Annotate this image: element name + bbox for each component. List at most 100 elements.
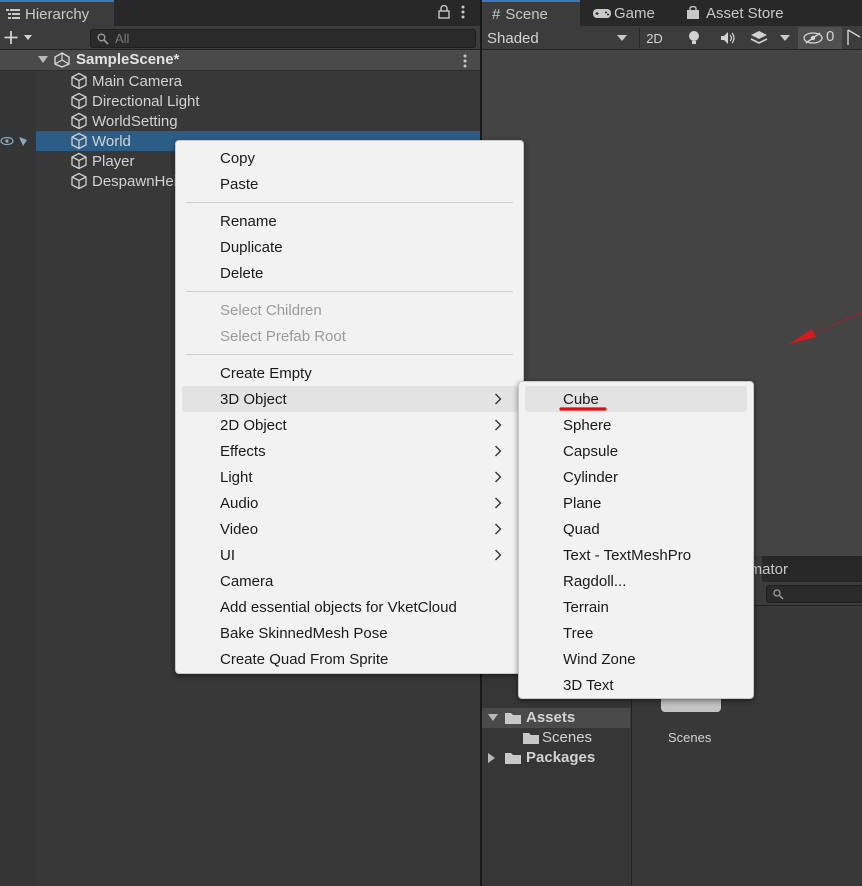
hidden-count: 0 bbox=[826, 28, 835, 45]
store-bag-icon bbox=[687, 6, 699, 19]
submenu-item-label: Wind Zone bbox=[563, 650, 636, 668]
menu-separator bbox=[186, 202, 513, 203]
menu-item-delete[interactable]: Delete bbox=[182, 260, 518, 286]
menu-item-effects[interactable]: Effects bbox=[182, 438, 518, 464]
tab-scene-label: Scene bbox=[505, 5, 548, 23]
tab-hierarchy[interactable]: Hierarchy bbox=[0, 0, 114, 26]
directional-light-gizmo-icon[interactable] bbox=[789, 329, 816, 344]
tree-item-assets[interactable]: Assets bbox=[482, 708, 630, 728]
submenu-item-cube[interactable]: Cube bbox=[525, 386, 747, 412]
gizmos-icon[interactable] bbox=[846, 29, 862, 47]
search-icon bbox=[97, 33, 109, 45]
submenu-item-sphere[interactable]: Sphere bbox=[525, 412, 747, 438]
shading-mode-label: Shaded bbox=[487, 29, 539, 47]
submenu-item-label: Quad bbox=[563, 520, 600, 538]
scene-root-row[interactable]: SampleScene* bbox=[0, 50, 480, 71]
menu-item-video[interactable]: Video bbox=[182, 516, 518, 542]
audio-speaker-icon[interactable] bbox=[720, 31, 736, 45]
submenu-item-label: Cylinder bbox=[563, 468, 619, 486]
visibility-gutter bbox=[0, 71, 36, 886]
gameobject-cube-icon bbox=[71, 172, 87, 190]
menu-item-label: Audio bbox=[220, 494, 259, 512]
expand-triangle-icon[interactable] bbox=[488, 714, 498, 722]
menu-separator bbox=[186, 354, 513, 355]
hierarchy-item[interactable]: Directional Light bbox=[36, 91, 480, 111]
eye-slash-icon bbox=[803, 32, 823, 44]
context-menu: Copy Paste Rename Duplicate Delete Select Chi… bbox=[175, 140, 524, 674]
chevron-down-icon bbox=[617, 35, 627, 41]
menu-item-bake-skinnedmesh-pose[interactable]: Bake SkinnedMesh Pose bbox=[182, 620, 518, 646]
hierarchy-item-label: Directional Light bbox=[92, 92, 200, 110]
effects-layers-icon[interactable] bbox=[750, 30, 768, 46]
scene-name: SampleScene* bbox=[76, 51, 180, 68]
gameobject-cube-icon bbox=[71, 132, 87, 150]
submenu-item-terrain[interactable]: Terrain bbox=[525, 594, 747, 620]
submenu-item-label: Cube bbox=[563, 390, 599, 408]
menu-item-label: Select Prefab Root bbox=[220, 327, 346, 345]
project-search-input[interactable] bbox=[766, 585, 862, 603]
submenu-item-quad[interactable]: Quad bbox=[525, 516, 747, 542]
menu-item-label: Select Children bbox=[220, 301, 322, 319]
gamepad-icon bbox=[593, 9, 611, 18]
tree-item-packages-label: Packages bbox=[526, 749, 596, 766]
lock-icon[interactable] bbox=[438, 5, 450, 19]
menu-item-add-essential-objects-for-vketcloud[interactable]: Add essential objects for VketCloud bbox=[182, 594, 518, 620]
chevron-right-icon bbox=[495, 549, 502, 561]
menu-item-paste[interactable]: Paste bbox=[182, 171, 518, 197]
menu-item-label: Create Empty bbox=[220, 364, 312, 382]
menu-item-duplicate[interactable]: Duplicate bbox=[182, 234, 518, 260]
menu-item-create-empty[interactable]: Create Empty bbox=[182, 360, 518, 386]
chevron-right-icon bbox=[495, 393, 502, 405]
submenu-item-tree[interactable]: Tree bbox=[525, 620, 747, 646]
tab-game[interactable]: Game bbox=[586, 0, 676, 26]
submenu-item-ragdoll[interactable]: Ragdoll... bbox=[525, 568, 747, 594]
submenu-item-cylinder[interactable]: Cylinder bbox=[525, 464, 747, 490]
submenu-item-capsule[interactable]: Capsule bbox=[525, 438, 747, 464]
tree-item-packages[interactable]: Packages bbox=[482, 748, 630, 768]
submenu-item-label: Terrain bbox=[563, 598, 609, 616]
tab-asset-store[interactable]: Asset Store bbox=[680, 0, 800, 26]
tab-scene[interactable]: # Scene bbox=[482, 0, 580, 26]
eye-icon bbox=[0, 136, 27, 146]
expand-triangle-icon[interactable] bbox=[38, 56, 48, 64]
menu-item-copy[interactable]: Copy bbox=[182, 145, 518, 171]
scene-toolbar: Shaded 2D 0 bbox=[482, 26, 862, 50]
scene-kebab-icon[interactable] bbox=[462, 54, 468, 68]
effects-dropdown-icon[interactable] bbox=[780, 35, 790, 41]
tree-item-scenes[interactable]: Scenes bbox=[482, 728, 630, 748]
hidden-objects-toggle[interactable]: 0 bbox=[798, 27, 842, 49]
scenes-folder-tile-label: Scenes bbox=[668, 730, 712, 745]
hierarchy-item-label: Player bbox=[92, 152, 135, 170]
submenu-item-wind-zone[interactable]: Wind Zone bbox=[525, 646, 747, 672]
visibility-pick-toggle[interactable] bbox=[0, 131, 36, 151]
hierarchy-item[interactable]: WorldSetting bbox=[36, 111, 480, 131]
submenu-item-text-textmeshpro[interactable]: Text - TextMeshPro bbox=[525, 542, 747, 568]
submenu-item-label: Sphere bbox=[563, 416, 612, 434]
menu-item-2d-object[interactable]: 2D Object bbox=[182, 412, 518, 438]
menu-item-create-quad-from-sprite[interactable]: Create Quad From Sprite bbox=[182, 646, 518, 672]
submenu-3d-object: Cube Sphere Capsule Cylinder Plane Quad Text -… bbox=[518, 381, 754, 699]
submenu-item-plane[interactable]: Plane bbox=[525, 490, 747, 516]
menu-item-ui[interactable]: UI bbox=[182, 542, 518, 568]
shading-mode-dropdown[interactable]: Shaded bbox=[482, 26, 632, 50]
menu-item-camera[interactable]: Camera bbox=[182, 568, 518, 594]
menu-item-3d-object[interactable]: 3D Object bbox=[182, 386, 518, 412]
menu-item-light[interactable]: Light bbox=[182, 464, 518, 490]
add-object-button[interactable] bbox=[4, 29, 38, 47]
toggle-2d-label: 2D bbox=[646, 30, 663, 46]
gameobject-cube-icon bbox=[71, 72, 87, 90]
menu-item-label: Light bbox=[220, 468, 253, 486]
folder-open-icon bbox=[505, 713, 521, 724]
toggle-2d-button[interactable]: 2D bbox=[639, 28, 669, 48]
menu-item-label: Camera bbox=[220, 572, 274, 590]
menu-item-rename[interactable]: Rename bbox=[182, 208, 518, 234]
hierarchy-search-input[interactable]: All bbox=[90, 29, 476, 48]
menu-item-label: Effects bbox=[220, 442, 266, 460]
menu-item-audio[interactable]: Audio bbox=[182, 490, 518, 516]
submenu-item-3d-text[interactable]: 3D Text bbox=[525, 672, 747, 698]
kebab-menu-icon[interactable] bbox=[460, 5, 466, 19]
hierarchy-item[interactable]: Main Camera bbox=[36, 71, 480, 91]
lighting-bulb-icon[interactable] bbox=[688, 30, 700, 46]
chevron-right-icon bbox=[495, 523, 502, 535]
collapsed-triangle-icon[interactable] bbox=[488, 753, 496, 763]
